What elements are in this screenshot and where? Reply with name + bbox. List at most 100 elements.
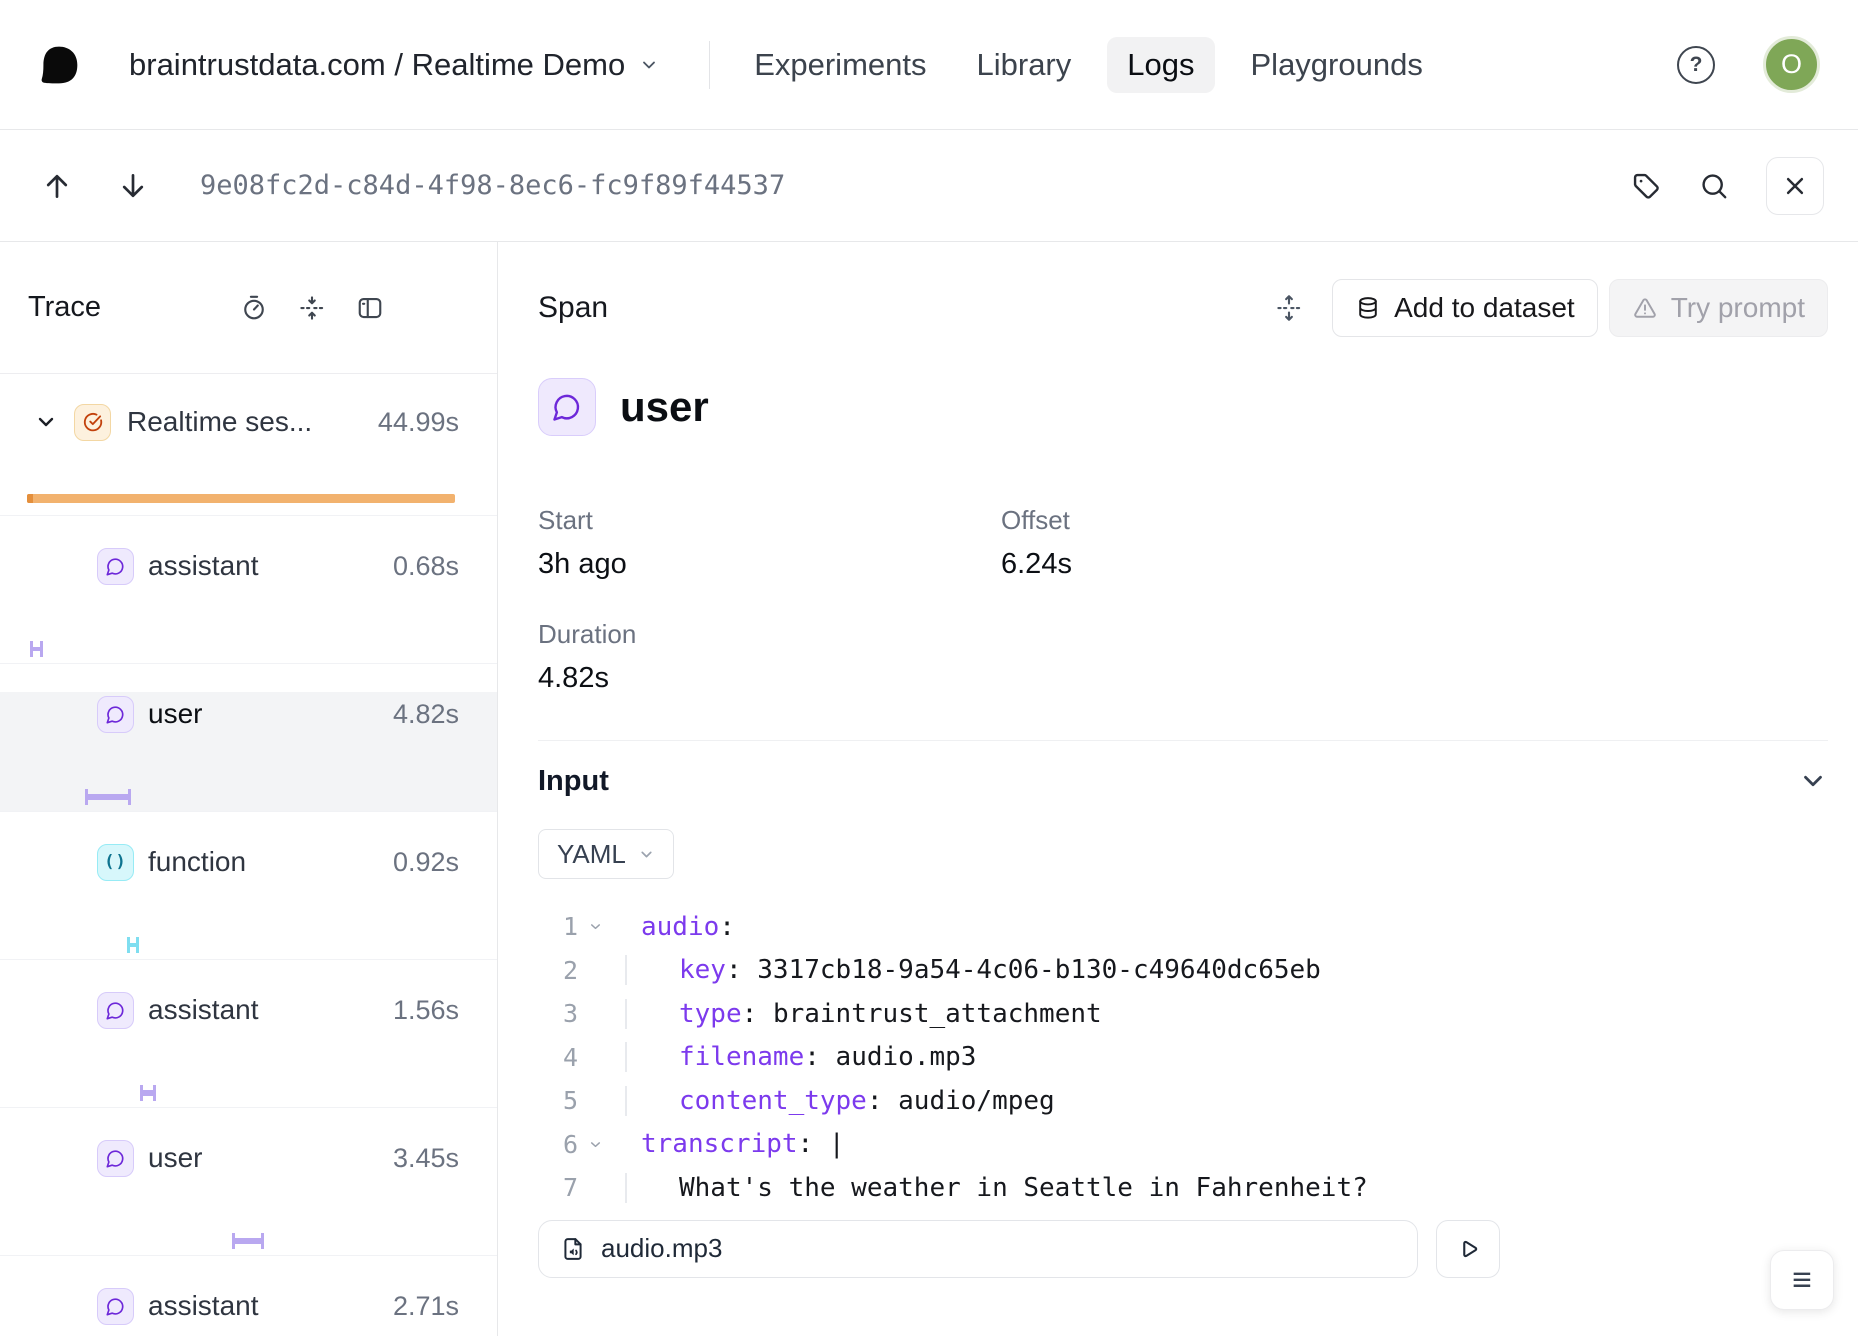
expand-vertical-icon[interactable] [1274, 293, 1304, 323]
span-duration: 2.71s [393, 1291, 459, 1322]
warning-triangle-icon [1632, 295, 1658, 321]
span-label: user [148, 1142, 202, 1174]
code-line: 3 type: braintrust_attachment [538, 992, 1828, 1036]
chevron-down-icon[interactable] [34, 410, 58, 434]
yaml-sep: : [804, 1042, 835, 1072]
search-icon[interactable] [1698, 170, 1730, 202]
yaml-sep: : [867, 1086, 898, 1116]
code-line: 2 key: 3317cb18-9a54-4c06-b130-c49640dc6… [538, 949, 1828, 993]
fold-chevron-icon[interactable] [578, 1137, 612, 1152]
trace-row-user-selected[interactable]: user 4.82s [0, 692, 497, 812]
top-header: braintrustdata.com / Realtime Demo Exper… [0, 0, 1858, 130]
trace-row-realtime-session[interactable]: Realtime ses... 44.99s [0, 400, 497, 516]
span-label: Realtime ses... [127, 406, 312, 438]
timeline-marker [127, 937, 139, 953]
help-icon[interactable]: ? [1677, 46, 1715, 84]
input-section-title: Input [538, 765, 609, 798]
yaml-value: 3317cb18-9a54-4c06-b130-c49640dc65eb [757, 955, 1321, 985]
timeline-marker [85, 789, 131, 805]
chat-bubble-icon [97, 548, 134, 585]
add-to-dataset-button[interactable]: Add to dataset [1332, 279, 1598, 337]
try-prompt-button[interactable]: Try prompt [1609, 279, 1828, 337]
chevron-down-icon [639, 55, 659, 75]
span-panel: Span Add to dataset Try prompt user [498, 242, 1858, 1336]
next-trace-button[interactable] [116, 169, 150, 203]
span-label: user [148, 698, 202, 730]
span-panel-title: Span [538, 291, 608, 325]
fold-chevron-icon[interactable] [578, 919, 612, 934]
main-nav: Experiments Library Logs Playgrounds [752, 37, 1425, 93]
nav-library[interactable]: Library [975, 37, 1074, 93]
line-number: 5 [538, 1086, 578, 1115]
line-number: 3 [538, 999, 578, 1028]
task-check-icon [74, 404, 111, 441]
yaml-key: transcript [641, 1129, 798, 1159]
timer-icon[interactable] [239, 293, 269, 323]
database-icon [1355, 295, 1381, 321]
timeline-marker [140, 1085, 156, 1101]
trace-row-assistant-1[interactable]: assistant 0.68s [0, 544, 497, 664]
trace-panel-header: Trace [0, 242, 497, 374]
header-divider [709, 41, 710, 89]
code-line: 4 filename: audio.mp3 [538, 1036, 1828, 1080]
trace-row-assistant-3[interactable]: assistant 2.71s [0, 1284, 497, 1336]
nav-experiments[interactable]: Experiments [752, 37, 928, 93]
span-metadata: Start 3h ago Offset 6.24s Duration 4.82s [538, 505, 1828, 695]
offset-label: Offset [1001, 505, 1464, 536]
chat-bubble-icon [97, 696, 134, 733]
yaml-value: audio/mpeg [898, 1086, 1055, 1116]
code-line: 1 audio: [538, 905, 1828, 949]
span-duration: 44.99s [378, 407, 459, 438]
chat-bubble-icon [97, 1288, 134, 1325]
span-panel-header: Span Add to dataset Try prompt [538, 242, 1828, 374]
avatar[interactable]: O [1763, 36, 1820, 93]
code-line: 7 What's the weather in Seattle in Fahre… [538, 1166, 1828, 1210]
span-title-row: user [538, 378, 1828, 436]
trace-row-function[interactable]: () function 0.92s [0, 840, 497, 960]
braintrust-logo[interactable] [37, 43, 81, 87]
play-icon[interactable] [1436, 1220, 1500, 1278]
trace-panel-title: Trace [28, 291, 239, 324]
chevron-down-icon[interactable] [1798, 766, 1828, 796]
offset-value: 6.24s [1001, 548, 1464, 581]
input-section-header: Input [538, 761, 1828, 801]
yaml-sep: : [726, 955, 757, 985]
duration-value: 4.82s [538, 662, 1001, 695]
nav-playgrounds[interactable]: Playgrounds [1249, 37, 1425, 93]
trace-row-assistant-2[interactable]: assistant 1.56s [0, 988, 497, 1108]
yaml-key: audio [641, 912, 719, 942]
trace-toolbar: 9e08fc2d-c84d-4f98-8ec6-fc9f89f44537 [0, 130, 1858, 242]
timeline-marker [30, 641, 43, 657]
span-duration: 3.45s [393, 1143, 459, 1174]
yaml-key: key [679, 955, 726, 985]
breadcrumb-text: braintrustdata.com / Realtime Demo [129, 47, 625, 83]
chat-bubble-icon [538, 378, 596, 436]
trace-row-user-2[interactable]: user 3.45s [0, 1136, 497, 1256]
section-divider [538, 740, 1828, 741]
span-duration: 0.68s [393, 551, 459, 582]
chevron-down-icon [638, 846, 655, 863]
start-label: Start [538, 505, 1001, 536]
hamburger-menu-icon[interactable]: ≡ [1770, 1250, 1834, 1310]
yaml-value: audio.mp3 [836, 1042, 977, 1072]
yaml-code-block: 1 audio: 2 key: 3317cb18-9a54-4c06-b130-… [538, 905, 1828, 1210]
tag-icon[interactable] [1630, 170, 1662, 202]
format-selector[interactable]: YAML [538, 829, 674, 879]
span-duration: 1.56s [393, 995, 459, 1026]
yaml-value: What's the weather in Seattle in Fahrenh… [679, 1173, 1368, 1203]
panel-layout-icon[interactable] [355, 293, 385, 323]
yaml-key: type [679, 999, 742, 1029]
span-name: user [620, 383, 709, 431]
trace-panel: Trace Real [0, 242, 498, 1336]
nav-logs[interactable]: Logs [1107, 37, 1214, 93]
breadcrumb[interactable]: braintrustdata.com / Realtime Demo [129, 47, 659, 83]
audio-attachment[interactable]: audio.mp3 [538, 1220, 1418, 1278]
yaml-key: content_type [679, 1086, 867, 1116]
function-icon: () [97, 844, 134, 881]
previous-trace-button[interactable] [40, 169, 74, 203]
close-icon[interactable] [1766, 157, 1824, 215]
span-label: assistant [148, 994, 259, 1026]
chat-bubble-icon [97, 992, 134, 1029]
collapse-vertical-icon[interactable] [297, 293, 327, 323]
yaml-sep: : [798, 1129, 829, 1159]
